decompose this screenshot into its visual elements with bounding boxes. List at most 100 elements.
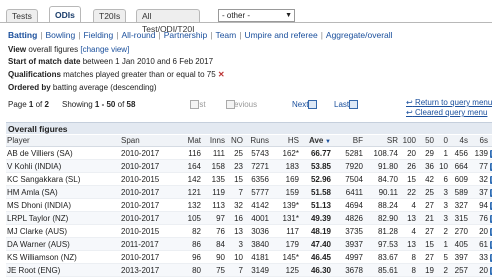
- stat-cell-hs: 131*: [270, 211, 300, 225]
- stat-type-nav: Batting | Bowling | Fielding | All-round | Partn…: [8, 30, 393, 40]
- stat-cell-4s: 405: [449, 237, 469, 251]
- table-row: MJ Clarke (AUS) 2010-2015 82 76 13 3036 117 48.…: [6, 224, 492, 238]
- cleared-query-menu-link[interactable]: ↩ Cleared query menu: [406, 108, 487, 117]
- stat-cell-50: 27: [417, 250, 435, 264]
- stat-cell-span: 2010-2017: [120, 159, 176, 173]
- column-header-hs[interactable]: HS: [270, 135, 300, 147]
- last-page-button[interactable]: Last: [334, 100, 359, 109]
- remove-qualification-icon[interactable]: ✕: [218, 70, 225, 79]
- next-page-icon: [308, 100, 318, 109]
- tab-odis[interactable]: ODIs: [49, 6, 81, 23]
- nav-umpire-referee[interactable]: Umpire and referee: [244, 30, 317, 40]
- column-header-100[interactable]: 100: [399, 135, 417, 147]
- first-page-icon: [190, 100, 199, 109]
- stat-cell-inns: 111: [202, 146, 226, 160]
- stat-cell-runs: 3840: [244, 237, 270, 251]
- nav-team[interactable]: Team: [215, 30, 236, 40]
- player-name-cell[interactable]: JE Root (ENG): [6, 263, 120, 277]
- stat-cell-ave: 66.77: [300, 146, 332, 160]
- player-name-cell[interactable]: LRPL Taylor (NZ): [6, 211, 120, 225]
- stat-cell-ave: 51.58: [300, 185, 332, 199]
- stat-cell-0: 3: [435, 185, 449, 199]
- stat-cell-sr: 82.90: [364, 211, 399, 225]
- stat-cell-6s: 20: [469, 224, 489, 238]
- qualifications-line: Qualifications matches played greater th…: [8, 70, 225, 79]
- first-page-button: First: [190, 100, 206, 109]
- return-query-menu-link[interactable]: ↩ Return to query menu: [406, 98, 492, 107]
- stat-cell-4s: 270: [449, 224, 469, 238]
- stat-cell-100: 22: [399, 185, 417, 199]
- player-name-cell[interactable]: MJ Clarke (AUS): [6, 224, 120, 238]
- stat-cell-no: 25: [226, 146, 244, 160]
- stat-cell-6s: 77: [469, 159, 489, 173]
- stat-cell-50: 27: [417, 224, 435, 238]
- tab-t20is[interactable]: T20Is: [93, 9, 127, 23]
- next-page-button[interactable]: Next: [292, 100, 318, 109]
- stat-cell-100: 8: [399, 263, 417, 277]
- stat-cell-hs: 179: [270, 237, 300, 251]
- column-header-span[interactable]: Span: [120, 135, 176, 147]
- column-header-runs[interactable]: Runs: [244, 135, 270, 147]
- tab-tests[interactable]: Tests: [6, 9, 38, 23]
- nav-bowling[interactable]: Bowling: [46, 30, 76, 40]
- player-name-cell[interactable]: KS Williamson (NZ): [6, 250, 120, 264]
- column-header-4s[interactable]: 4s: [449, 135, 469, 147]
- column-header-mat[interactable]: Mat: [176, 135, 202, 147]
- stat-cell-sr: 90.11: [364, 185, 399, 199]
- nav-batting[interactable]: Batting: [8, 30, 37, 40]
- column-header-50[interactable]: 50: [417, 135, 435, 147]
- stat-cell-ave: 49.39: [300, 211, 332, 225]
- stat-cell-50: 29: [417, 146, 435, 160]
- stat-cell-0: 6: [435, 172, 449, 186]
- stat-cell-50: 15: [417, 237, 435, 251]
- start-date-line: Start of match date between 1 Jan 2010 a…: [8, 57, 213, 66]
- stat-cell-runs: 3149: [244, 263, 270, 277]
- stat-cell-6s: 94: [469, 198, 489, 212]
- column-header-bf[interactable]: BF: [332, 135, 364, 147]
- stat-cell-no: 10: [226, 250, 244, 264]
- change-view-link[interactable]: [change view]: [80, 45, 129, 54]
- stat-cell-4s: 257: [449, 263, 469, 277]
- column-header-ave[interactable]: Ave ▼: [300, 135, 332, 147]
- stat-cell-50: 27: [417, 198, 435, 212]
- column-header-player[interactable]: Player: [6, 135, 120, 147]
- last-page-icon: [349, 100, 359, 109]
- player-name-cell[interactable]: KC Sangakkara (SL): [6, 172, 120, 186]
- tab-all[interactable]: All Test/ODI/T20I: [136, 9, 201, 34]
- nav-fielding[interactable]: Fielding: [84, 30, 114, 40]
- stat-cell-sr: 84.70: [364, 172, 399, 186]
- stat-cell-ave: 46.30: [300, 263, 332, 277]
- stat-cell-mat: 82: [176, 224, 202, 238]
- qualifications-text: matches played greater than or equal to …: [63, 70, 216, 79]
- stat-cell-runs: 5743: [244, 146, 270, 160]
- stat-cell-no: 23: [226, 159, 244, 173]
- page-indicator: Page 1 of 2: [8, 100, 49, 109]
- stat-cell-span: 2013-2017: [120, 263, 176, 277]
- player-name-cell[interactable]: V Kohli (INDIA): [6, 159, 120, 173]
- column-header-no[interactable]: NO: [226, 135, 244, 147]
- stat-cell-inns: 76: [202, 224, 226, 238]
- column-header-inns[interactable]: Inns: [202, 135, 226, 147]
- stat-cell-span: 2010-2015: [120, 172, 176, 186]
- nav-aggregate[interactable]: Aggregate/overall: [326, 30, 393, 40]
- stat-cell-runs: 4181: [244, 250, 270, 264]
- nav-all-round[interactable]: All-round: [122, 30, 156, 40]
- table-row: AB de Villiers (SA) 2010-2017 116 111 25 5743…: [6, 146, 492, 160]
- player-name-cell[interactable]: MS Dhoni (INDIA): [6, 198, 120, 212]
- column-header-sr[interactable]: SR: [364, 135, 399, 147]
- player-name-cell[interactable]: HM Amla (SA): [6, 185, 120, 199]
- stat-cell-inns: 75: [202, 263, 226, 277]
- other-format-select[interactable]: - other - ▼: [218, 9, 295, 22]
- stat-cell-mat: 142: [176, 172, 202, 186]
- stat-cell-hs: 125: [270, 263, 300, 277]
- stat-cell-inns: 158: [202, 159, 226, 173]
- stat-cell-span: 2011-2017: [120, 237, 176, 251]
- start-date-text: between 1 Jan 2010 and 6 Feb 2017: [82, 57, 214, 66]
- nav-partnership[interactable]: Partnership: [164, 30, 207, 40]
- view-line: View overall figures [change view]: [8, 45, 129, 54]
- player-name-cell[interactable]: AB de Villiers (SA): [6, 146, 120, 160]
- player-name-cell[interactable]: DA Warner (AUS): [6, 237, 120, 251]
- column-header-6s[interactable]: 6s: [469, 135, 489, 147]
- stat-cell-bf: 4997: [332, 250, 364, 264]
- column-header-0[interactable]: 0: [435, 135, 449, 147]
